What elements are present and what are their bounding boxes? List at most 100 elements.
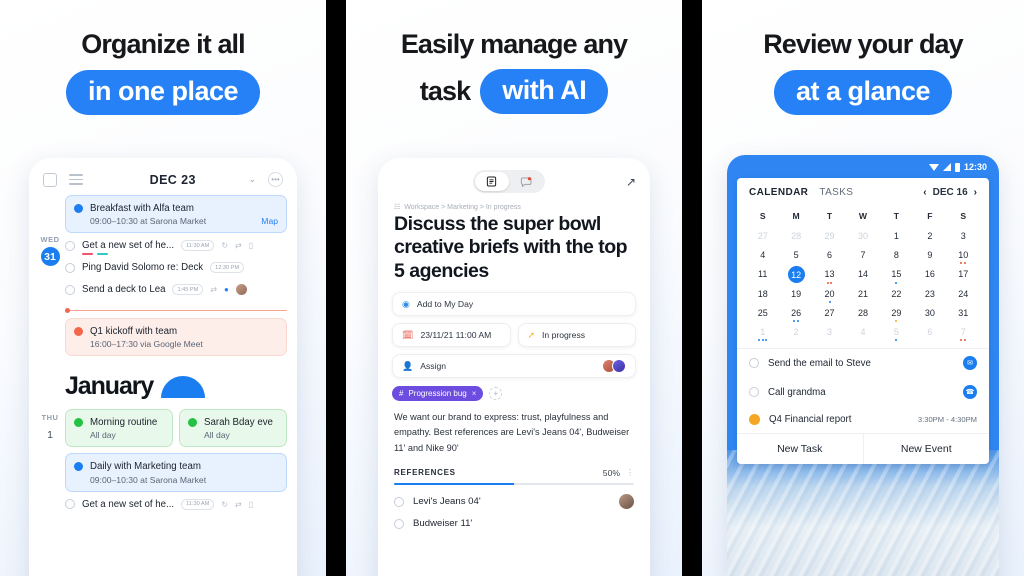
open-external-icon[interactable]: ↗ bbox=[626, 175, 636, 189]
checkbox-square-icon[interactable] bbox=[43, 172, 57, 187]
chevron-down-icon[interactable]: ⌄ bbox=[248, 174, 256, 185]
calendar-day-cell[interactable]: 7 bbox=[846, 246, 879, 265]
calendar-day-cell[interactable]: 27 bbox=[813, 304, 846, 323]
due-date-field[interactable]: 🗓 23/11/21 11:00 AM bbox=[392, 323, 511, 348]
calendar-day-cell[interactable]: 2 bbox=[913, 227, 946, 246]
close-icon[interactable]: × bbox=[472, 389, 477, 398]
calendar-day-cell[interactable]: 4 bbox=[746, 246, 779, 265]
task-row[interactable]: Get a new set of he... 11:30 AM ↻ ⇄ ▯ bbox=[65, 492, 287, 514]
assign-field[interactable]: 👤 Assign bbox=[392, 354, 636, 379]
task-checkbox-icon[interactable] bbox=[749, 387, 759, 397]
event-card-breakfast[interactable]: Breakfast with Alfa team 09:00–10:30 at … bbox=[65, 195, 287, 234]
menu-icon[interactable] bbox=[69, 173, 83, 186]
calendar-day-cell[interactable]: 1 bbox=[746, 323, 779, 342]
prev-month-icon[interactable]: ‹ bbox=[923, 187, 926, 198]
mail-icon[interactable]: ✉ bbox=[963, 356, 977, 370]
calendar-day-cell[interactable]: 5 bbox=[880, 323, 913, 342]
breadcrumb[interactable]: ☷ Workspace > Marketing > In progress bbox=[378, 199, 650, 213]
event-card-morning-routine[interactable]: Morning routine All day bbox=[65, 409, 173, 448]
view-segmented-control[interactable] bbox=[472, 170, 545, 193]
event-card-kickoff[interactable]: Q1 kickoff with team 16:00–17:30 via Goo… bbox=[65, 318, 287, 357]
calendar-day-cell[interactable]: 3 bbox=[947, 227, 980, 246]
calendar-day-cell[interactable]: 31 bbox=[947, 304, 980, 323]
subtask-icon[interactable]: ⇄ bbox=[210, 285, 217, 294]
subtask-checkbox-icon[interactable] bbox=[394, 518, 404, 529]
calendar-day-cell[interactable]: 18 bbox=[746, 285, 779, 304]
calendar-day-cell[interactable]: 25 bbox=[746, 304, 779, 323]
details-tab-icon[interactable] bbox=[474, 172, 509, 191]
status-field[interactable]: ➚ In progress bbox=[517, 323, 636, 348]
calendar-day-cell[interactable]: 24 bbox=[947, 285, 980, 304]
attachment-icon[interactable]: ▯ bbox=[249, 241, 253, 250]
calendar-day-cell[interactable]: 21 bbox=[846, 285, 879, 304]
subtask-icon[interactable]: ⇄ bbox=[235, 241, 242, 250]
calendar-day-cell[interactable]: 19 bbox=[779, 285, 812, 304]
repeat-icon[interactable]: ↻ bbox=[221, 500, 228, 509]
calendar-day-cell[interactable]: 11 bbox=[746, 265, 779, 285]
calendar-day-cell[interactable]: 12 bbox=[779, 265, 812, 285]
kebab-menu-icon[interactable]: ⋮ bbox=[626, 468, 634, 477]
calendar-day-cell[interactable]: 13 bbox=[813, 265, 846, 285]
comments-tab-icon[interactable] bbox=[509, 172, 543, 191]
calendar-day-cell[interactable]: 20 bbox=[813, 285, 846, 304]
calendar-day-cell[interactable]: 17 bbox=[947, 265, 980, 285]
calendar-day-cell[interactable]: 16 bbox=[913, 265, 946, 285]
current-month-label[interactable]: DEC 16 bbox=[933, 187, 968, 198]
tab-calendar[interactable]: CALENDAR bbox=[749, 187, 808, 198]
event-map-link[interactable]: Map bbox=[261, 216, 278, 226]
calendar-day-cell[interactable]: 23 bbox=[913, 285, 946, 304]
more-options-icon[interactable]: ••• bbox=[268, 172, 283, 187]
calendar-day-cell[interactable]: 7 bbox=[947, 323, 980, 342]
calendar-day-cell[interactable]: 3 bbox=[813, 323, 846, 342]
calendar-day-cell[interactable]: 8 bbox=[880, 246, 913, 265]
calendar-day-cell[interactable]: 6 bbox=[913, 323, 946, 342]
calendar-day-cell[interactable]: 9 bbox=[913, 246, 946, 265]
task-checkbox-icon[interactable] bbox=[65, 284, 75, 295]
calendar-day-cell[interactable]: 29 bbox=[880, 304, 913, 323]
tab-tasks[interactable]: TASKS bbox=[819, 187, 853, 198]
calendar-day-cell[interactable]: 14 bbox=[846, 265, 879, 285]
calendar-day-cell[interactable]: 5 bbox=[779, 246, 812, 265]
calendar-day-cell[interactable]: 30 bbox=[846, 227, 879, 246]
subtask-checkbox-icon[interactable] bbox=[394, 496, 404, 507]
tag-progression-bug[interactable]: # Progression bug × bbox=[392, 386, 484, 402]
new-task-button[interactable]: New Task bbox=[737, 434, 863, 464]
repeat-icon[interactable]: ↻ bbox=[221, 241, 228, 250]
list-item[interactable]: Send the email to Steve ✉ bbox=[737, 349, 989, 378]
calendar-day-cell[interactable]: 27 bbox=[746, 227, 779, 246]
list-item[interactable]: Call grandma ☎ bbox=[737, 378, 989, 407]
event-card-sarah-bday[interactable]: Sarah Bday eve All day bbox=[179, 409, 287, 448]
calendar-day-cell[interactable]: 2 bbox=[779, 323, 812, 342]
task-row[interactable]: Send a deck to Lea 1:45 PM ⇄ ● bbox=[65, 277, 287, 299]
calendar-day-cell[interactable]: 4 bbox=[846, 323, 879, 342]
task-checkbox-icon[interactable] bbox=[749, 358, 759, 368]
task-checkbox-icon[interactable] bbox=[65, 499, 75, 510]
list-item[interactable]: Budweiser 11' bbox=[378, 509, 650, 529]
new-event-button[interactable]: New Event bbox=[862, 433, 990, 464]
task-checkbox-icon[interactable] bbox=[65, 240, 75, 251]
current-date-label[interactable]: DEC 23 bbox=[95, 173, 250, 187]
phone-icon[interactable]: ☎ bbox=[963, 385, 977, 399]
add-tag-icon[interactable]: + bbox=[489, 387, 503, 401]
calendar-day-cell[interactable]: 26 bbox=[779, 304, 812, 323]
calendar-day-cell[interactable]: 30 bbox=[913, 304, 946, 323]
calendar-day-cell[interactable]: 22 bbox=[880, 285, 913, 304]
calendar-day-cell[interactable]: 10 bbox=[947, 246, 980, 265]
task-row[interactable]: Ping David Solomo re: Deck 12:30 PM bbox=[65, 255, 287, 277]
add-to-my-day-field[interactable]: ◉ Add to My Day bbox=[392, 292, 636, 317]
list-item[interactable]: Q4 Financial report 3:30PM - 4:30PM bbox=[737, 407, 989, 433]
calendar-day-cell[interactable]: 6 bbox=[813, 246, 846, 265]
subtask-icon[interactable]: ⇄ bbox=[235, 500, 242, 509]
next-month-icon[interactable]: › bbox=[974, 187, 977, 198]
calendar-day-cell[interactable]: 15 bbox=[880, 265, 913, 285]
assignee-avatars[interactable] bbox=[602, 359, 626, 374]
calendar-day-cell[interactable]: 28 bbox=[779, 227, 812, 246]
comment-icon[interactable]: ● bbox=[224, 285, 229, 294]
list-item[interactable]: Levi's Jeans 04' bbox=[378, 485, 650, 510]
task-checkbox-icon[interactable] bbox=[65, 262, 75, 273]
calendar-day-cell[interactable]: 1 bbox=[880, 227, 913, 246]
attachment-icon[interactable]: ▯ bbox=[249, 500, 253, 509]
calendar-day-cell[interactable]: 29 bbox=[813, 227, 846, 246]
task-row[interactable]: Get a new set of he... 11:30 AM ↻ ⇄ ▯ bbox=[65, 233, 287, 255]
calendar-day-cell[interactable]: 28 bbox=[846, 304, 879, 323]
